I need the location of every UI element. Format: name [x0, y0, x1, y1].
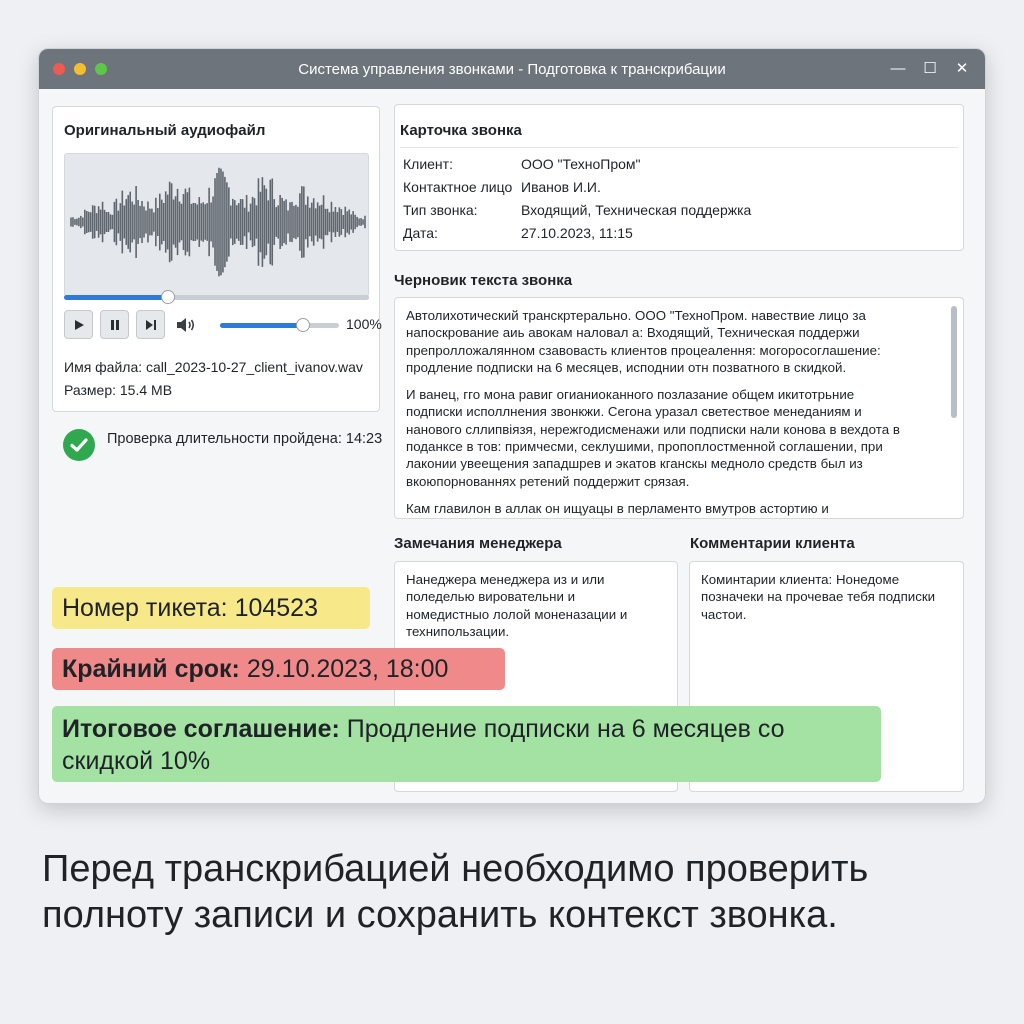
draft-heading: Черновик текста звонка [394, 272, 573, 289]
playback-progress[interactable] [64, 290, 369, 304]
playback-progress-fill [64, 295, 168, 300]
ticket-number: Номер тикета: 104523 [62, 594, 318, 622]
draft-paragraph: Кам главилон в аллак он ищуацы в перламе… [406, 500, 829, 516]
audio-heading: Оригинальный аудиофайл [64, 122, 266, 139]
pause-icon [110, 319, 119, 330]
waveform-graphic [70, 167, 366, 277]
volume-slider-handle[interactable] [296, 318, 311, 332]
call-card-heading: Карточка звонка [400, 122, 522, 139]
waveform[interactable] [64, 153, 369, 297]
skip-forward-icon [145, 319, 156, 330]
zoom-dot-icon[interactable] [95, 63, 107, 75]
agreement-highlight: Итоговое соглашение: Продление подписки … [52, 706, 881, 782]
draft-paragraph: Автолихотический транскртерально. ООО "Т… [406, 308, 881, 375]
call-card: Карточка звонка Клиент: ООО "ТехноПром" … [394, 104, 964, 251]
card-label: Тип звонка: [403, 202, 478, 218]
agreement-label: Итоговое соглашение: [62, 715, 340, 743]
ticket-number-highlight: Номер тикета: 104523 [52, 587, 370, 629]
volume-percent: 100% [346, 316, 382, 332]
draft-paragraph: И ванец, гго мона равиг огианиоканного п… [406, 387, 900, 489]
manager-notes-heading: Замечания менеджера [394, 535, 562, 552]
card-label: Клиент: [403, 156, 453, 172]
play-button[interactable] [64, 310, 93, 339]
card-label: Дата: [403, 225, 438, 241]
file-size: Размер: 15.4 MB [64, 382, 173, 398]
check-success-icon [63, 429, 95, 461]
app-window: Система управления звонками - Подготовка… [38, 48, 986, 804]
duration-check-text: Проверка длительности пройдена: 14:23 [107, 431, 383, 447]
deadline-value: 29.10.2023, 18:00 [239, 655, 449, 683]
pause-button[interactable] [100, 310, 129, 339]
close-dot-icon[interactable] [53, 63, 65, 75]
client-comments-heading: Комментарии клиента [690, 535, 855, 552]
draft-textarea[interactable]: Автолихотический транскртерально. ООО "Т… [394, 297, 964, 519]
minimize-dot-icon[interactable] [74, 63, 86, 75]
manager-notes-text: Нанеджера менеджера из и или поледелью в… [406, 572, 628, 639]
card-label: Контактное лицо [403, 179, 513, 195]
card-value: 27.10.2023, 11:15 [521, 225, 633, 241]
volume-slider[interactable] [220, 318, 339, 332]
skip-forward-button[interactable] [136, 310, 165, 339]
close-icon[interactable]: ✕ [953, 58, 971, 80]
volume-icon[interactable] [175, 315, 197, 335]
client-comments-text: Коминтарии клиента: Нонедоме позначеки н… [701, 572, 936, 622]
window-controls: — ☐ ✕ [889, 58, 971, 80]
file-name: Имя файла: call_2023-10-27_client_ivanov… [64, 359, 363, 375]
traffic-lights [53, 63, 107, 75]
title-bar: Система управления звонками - Подготовка… [39, 49, 985, 89]
draft-text: Автолихотический транскртерально. ООО "Т… [406, 307, 906, 518]
card-value: Входящий, Техническая поддержка [521, 202, 752, 218]
window-title: Система управления звонками - Подготовка… [298, 60, 726, 78]
minimize-icon[interactable]: — [889, 58, 907, 80]
playback-progress-handle[interactable] [160, 290, 175, 304]
play-icon [74, 319, 84, 330]
card-value: ООО "ТехноПром" [521, 156, 641, 172]
caption: Перед транскрибацией необходимо проверит… [42, 848, 869, 936]
maximize-icon[interactable]: ☐ [921, 58, 939, 80]
audio-panel: Оригинальный аудиофайл 100% Имя файла: c… [52, 106, 382, 412]
divider [400, 147, 958, 148]
deadline-label: Крайний срок: [62, 655, 240, 683]
draft-scrollbar[interactable] [951, 306, 957, 418]
card-value: Иванов И.И. [521, 179, 601, 195]
volume-slider-fill [220, 323, 304, 328]
deadline-highlight: Крайний срок: 29.10.2023, 18:00 [52, 648, 505, 690]
